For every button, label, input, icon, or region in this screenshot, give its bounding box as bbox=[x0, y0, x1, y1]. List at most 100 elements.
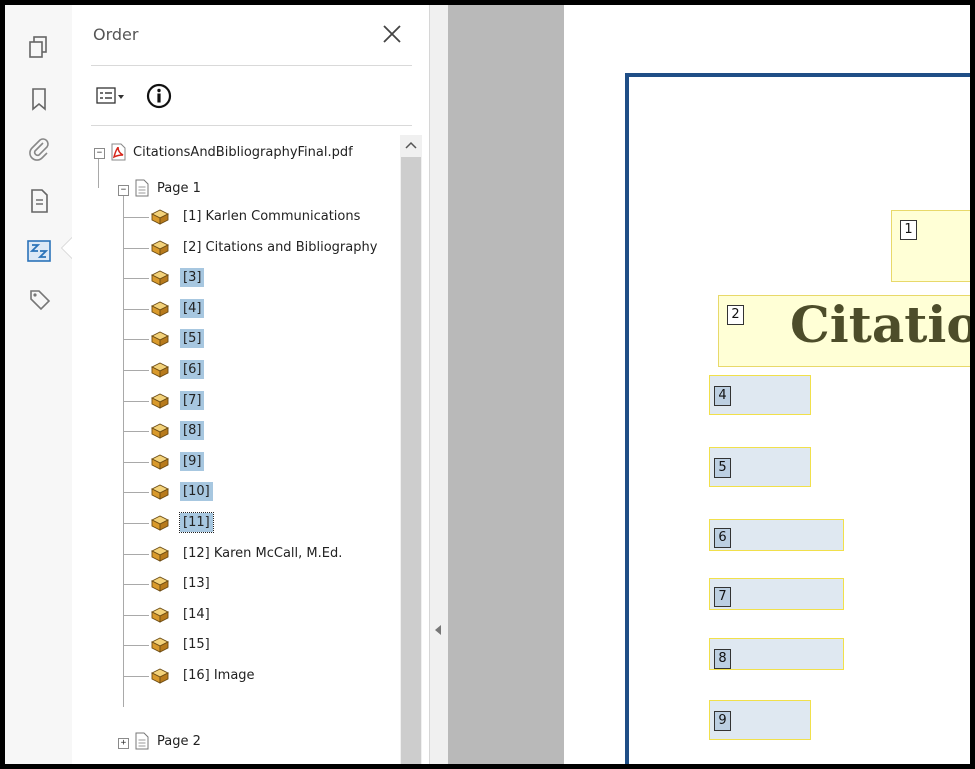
tree-connector bbox=[123, 278, 149, 280]
container-box-icon bbox=[150, 238, 170, 256]
navigation-rail bbox=[5, 5, 73, 764]
bookmark-icon[interactable] bbox=[25, 85, 53, 113]
tree-item-row[interactable]: [11] bbox=[72, 511, 402, 535]
tree-item-label: [16] Image bbox=[183, 668, 255, 683]
tree-item-label: [14] bbox=[183, 606, 210, 622]
tree-connector bbox=[123, 308, 149, 310]
tree-item-row[interactable]: [15] bbox=[72, 633, 402, 657]
tree-item-label: [2] Citations and Bibliography bbox=[183, 239, 378, 255]
tags-icon[interactable] bbox=[25, 287, 53, 315]
container-box-icon bbox=[150, 299, 170, 317]
tree-connector bbox=[123, 553, 149, 555]
content-icon[interactable] bbox=[25, 187, 53, 215]
order-tag-7: 7 bbox=[714, 587, 731, 607]
tree-connector bbox=[123, 645, 149, 647]
scroll-thumb[interactable] bbox=[401, 157, 421, 764]
pdf-file-icon bbox=[108, 143, 128, 161]
tree-item-row[interactable]: [10] bbox=[72, 480, 402, 504]
tree-item-label: [13] bbox=[183, 576, 210, 592]
tree-item-row[interactable]: [7] bbox=[72, 389, 402, 413]
tree-item-row[interactable]: [2] Citations and Bibliography bbox=[72, 236, 402, 260]
tree-item-row[interactable]: [6] bbox=[72, 358, 402, 382]
order-tag-8: 8 bbox=[714, 649, 731, 669]
tree-item-label: [10] bbox=[180, 482, 213, 502]
container-box-icon bbox=[150, 666, 170, 684]
order-tag-5: 5 bbox=[714, 458, 731, 478]
tree-item-label: [11] bbox=[179, 512, 214, 533]
order-tree: − CitationsAndBibliographyFinal.pdf − Pa… bbox=[72, 131, 429, 764]
tree-page2-row[interactable]: + Page 2 bbox=[72, 730, 402, 754]
tree-connector bbox=[123, 676, 149, 677]
collapse-panel-arrow-icon[interactable] bbox=[435, 625, 441, 635]
container-box-icon bbox=[150, 544, 170, 562]
tree-connector bbox=[123, 492, 149, 494]
order-tag-6: 6 bbox=[714, 528, 731, 548]
container-box-icon bbox=[150, 513, 170, 531]
options-menu-button[interactable] bbox=[96, 85, 130, 107]
container-box-icon bbox=[150, 207, 170, 225]
tree-item-row[interactable]: [13] bbox=[72, 572, 402, 596]
container-box-icon bbox=[150, 329, 170, 348]
tree-connector bbox=[123, 584, 149, 586]
order-tag-9: 9 bbox=[714, 711, 731, 731]
tree-connector bbox=[123, 431, 149, 433]
panel-splitter[interactable] bbox=[429, 5, 448, 764]
panel-title: Order bbox=[93, 25, 139, 44]
container-box-icon bbox=[150, 605, 170, 623]
tree-connector bbox=[123, 400, 149, 402]
tree-item-row[interactable]: [9] bbox=[72, 450, 402, 474]
tree-item-label: [12] Karen McCall, M.Ed. bbox=[183, 545, 343, 561]
acrobat-window: Order − CitationsAndBibliographyFinal.pd… bbox=[5, 5, 970, 764]
tree-connector bbox=[123, 247, 149, 249]
collapse-toggle[interactable]: − bbox=[94, 148, 105, 159]
tree-item-label: [8] bbox=[180, 421, 205, 441]
document-page: 1 I 2 Citatio 4 5 6 7 8 9 bbox=[564, 5, 970, 764]
tree-root-label: CitationsAndBibliographyFinal.pdf bbox=[133, 145, 353, 160]
order-icon[interactable] bbox=[25, 237, 53, 265]
order-tag-2: 2 bbox=[727, 305, 744, 325]
toolbar-divider bbox=[91, 125, 412, 126]
container-box-icon bbox=[150, 391, 170, 409]
heading-fragment-2: Citatio bbox=[790, 295, 970, 354]
heading-fragment-1: I bbox=[969, 220, 970, 274]
pages-icon[interactable] bbox=[25, 33, 53, 61]
tree-root-row[interactable]: − CitationsAndBibliographyFinal.pdf bbox=[72, 141, 402, 165]
tree-item-label: [15] bbox=[183, 637, 210, 653]
container-box-icon bbox=[150, 635, 170, 654]
tree-connector bbox=[123, 217, 149, 218]
header-divider bbox=[91, 65, 412, 66]
tree-item-label: [7] bbox=[180, 390, 205, 410]
tree-page1-label: Page 1 bbox=[157, 181, 201, 196]
tree-page2-label: Page 2 bbox=[157, 734, 201, 749]
tree-item-label: [4] bbox=[180, 298, 205, 318]
tree-item-row[interactable]: [3] bbox=[72, 266, 402, 290]
tree-item-row[interactable]: [4] bbox=[72, 297, 402, 321]
tree-item-label: [1] Karlen Communications bbox=[183, 209, 361, 224]
tree-connector bbox=[123, 461, 149, 463]
container-box-icon bbox=[150, 452, 170, 470]
scroll-up-button[interactable] bbox=[400, 135, 422, 157]
expand-toggle[interactable]: + bbox=[118, 738, 129, 749]
tree-item-label: [5] bbox=[180, 329, 205, 349]
document-viewport[interactable]: 1 I 2 Citatio 4 5 6 7 8 9 bbox=[448, 5, 970, 764]
tree-item-row[interactable]: [16] Image bbox=[72, 664, 402, 688]
tree-connector bbox=[123, 370, 149, 371]
tree-item-label: [3] bbox=[180, 268, 205, 288]
order-tag-4: 4 bbox=[714, 386, 731, 406]
container-box-icon bbox=[150, 574, 170, 592]
page-icon bbox=[132, 179, 152, 197]
close-icon[interactable] bbox=[379, 21, 405, 47]
container-box-icon bbox=[150, 268, 170, 286]
info-icon[interactable] bbox=[146, 83, 172, 109]
container-box-icon bbox=[150, 482, 170, 501]
tree-item-row[interactable]: [14] bbox=[72, 603, 402, 627]
attachment-icon[interactable] bbox=[25, 135, 53, 163]
tree-connector bbox=[123, 523, 149, 524]
tree-page1-row[interactable]: − Page 1 bbox=[72, 177, 402, 201]
tree-item-row[interactable]: [12] Karen McCall, M.Ed. bbox=[72, 542, 402, 566]
tree-item-row[interactable]: [8] bbox=[72, 419, 402, 443]
tree-item-row[interactable]: [5] bbox=[72, 327, 402, 351]
tree-item-row[interactable]: [1] Karlen Communications bbox=[72, 205, 402, 229]
tree-item-label: [9] bbox=[180, 451, 205, 471]
collapse-toggle[interactable]: − bbox=[118, 185, 129, 196]
